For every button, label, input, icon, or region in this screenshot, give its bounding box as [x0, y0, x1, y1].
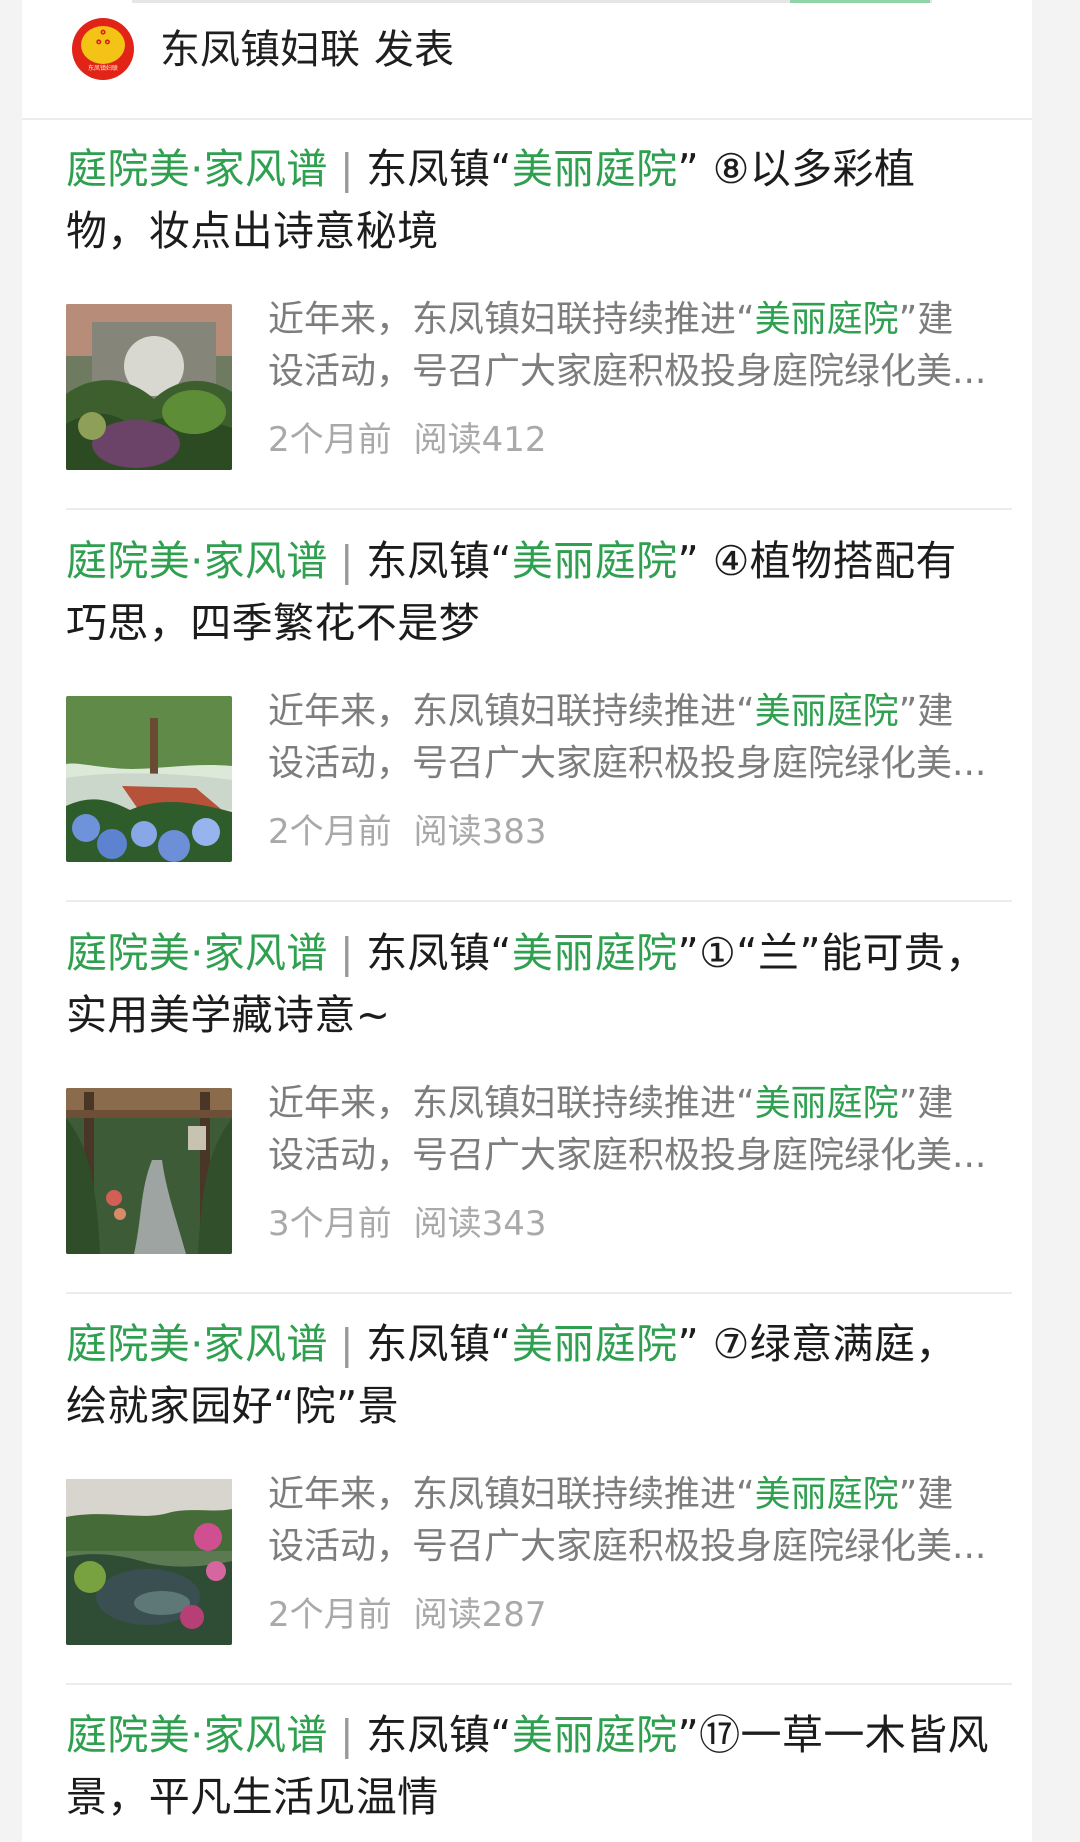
article-card[interactable]: 庭院美·家风谱 | 东凤镇“美丽庭院” ⑧以多彩植物，妆点出诗意秘境 近年来，东凤镇… — [22, 138, 1012, 514]
title-separator: | — [339, 1711, 355, 1759]
title-separator: | — [339, 537, 355, 585]
title-highlight: 美丽庭院 — [511, 537, 678, 585]
account-name: 东凤镇妇联 — [160, 27, 360, 73]
article-divider — [66, 1683, 1012, 1685]
article-title[interactable]: 庭院美·家风谱 | 东凤镇“美丽庭院” ④植物搭配有巧思，四季繁花不是梦 — [66, 530, 996, 654]
excerpt-line-1: 近年来，东凤镇妇联持续推进“美丽庭院”建 — [268, 686, 1008, 738]
article-title[interactable]: 庭院美·家风谱 | 东凤镇“美丽庭院”⑰一草一木皆风景，平凡生活见温情 — [66, 1704, 996, 1828]
read-count: 阅读383 — [413, 812, 547, 852]
pond-garden-thumbnail[interactable] — [66, 1479, 232, 1645]
title-highlight: 美丽庭院 — [511, 1320, 678, 1368]
series-name: 庭院美·家风谱 — [66, 537, 328, 585]
excerpt-line-2: 设活动，号召广大家庭积极投身庭院绿化美... — [268, 743, 987, 784]
excerpt-suffix: ”建 — [898, 299, 954, 340]
title-prefix: 东凤镇“ — [366, 929, 512, 977]
article-excerpt: 近年来，东凤镇妇联持续推进“美丽庭院”建 设活动，号召广大家庭积极投身庭院绿化美… — [268, 1078, 1008, 1182]
title-prefix: 东凤镇“ — [366, 145, 512, 193]
account-title[interactable]: 东凤镇妇联 发表 — [160, 24, 454, 76]
excerpt-line-2: 设活动，号召广大家庭积极投身庭院绿化美... — [268, 351, 987, 392]
title-prefix: 东凤镇“ — [366, 537, 512, 585]
article-card[interactable]: 庭院美·家风谱 | 东凤镇“美丽庭院”①“兰”能可贵，实用美学藏诗意~ 近年来，东凤… — [22, 922, 1012, 1298]
excerpt-line-1: 近年来，东凤镇妇联持续推进“美丽庭院”建 — [268, 1469, 1008, 1521]
article-meta: 2个月前 阅读412 — [268, 418, 547, 462]
read-count: 阅读412 — [413, 420, 547, 460]
article-excerpt: 近年来，东凤镇妇联持续推进“美丽庭院”建 设活动，号召广大家庭积极投身庭院绿化美… — [268, 686, 1008, 790]
series-name: 庭院美·家风谱 — [66, 1320, 328, 1368]
excerpt-suffix: ”建 — [898, 1083, 954, 1124]
publish-label: 发表 — [374, 27, 454, 73]
article-meta: 3个月前 阅读343 — [268, 1202, 547, 1246]
series-name: 庭院美·家风谱 — [66, 1711, 328, 1759]
series-name: 庭院美·家风谱 — [66, 145, 328, 193]
account-header[interactable]: ஃ 东凤镇妇联 东凤镇妇联 发表 — [22, 0, 1032, 120]
logo-caption: 东凤镇妇联 — [87, 65, 118, 72]
article-excerpt: 近年来，东凤镇妇联持续推进“美丽庭院”建 设活动，号召广大家庭积极投身庭院绿化美… — [268, 294, 1008, 398]
excerpt-highlight: 美丽庭院 — [754, 1474, 899, 1515]
article-title[interactable]: 庭院美·家风谱 | 东凤镇“美丽庭院” ⑦绿意满庭，绘就家园好“院”景 — [66, 1313, 996, 1437]
title-prefix: 东凤镇“ — [366, 1320, 512, 1368]
garden-moon-gate-thumbnail[interactable] — [66, 304, 232, 470]
excerpt-line-1: 近年来，东凤镇妇联持续推进“美丽庭院”建 — [268, 294, 1008, 346]
publish-time: 2个月前 — [268, 812, 392, 852]
series-name: 庭院美·家风谱 — [66, 929, 328, 977]
article-excerpt: 近年来，东凤镇妇联持续推进“美丽庭院”建 设活动，号召广大家庭积极投身庭院绿化美… — [268, 1469, 1008, 1573]
excerpt-prefix: 近年来，东凤镇妇联持续推进“ — [268, 299, 755, 340]
excerpt-line-2: 设活动，号召广大家庭积极投身庭院绿化美... — [268, 1526, 987, 1567]
article-list-page: ஃ 东凤镇妇联 东凤镇妇联 发表 庭院美·家风谱 | 东凤镇“美丽庭院” ⑧以多彩植物… — [22, 0, 1032, 1842]
title-prefix: 东凤镇“ — [366, 1711, 512, 1759]
title-separator: | — [339, 145, 355, 193]
article-card[interactable]: 庭院美·家风谱 | 东凤镇“美丽庭院” ⑦绿意满庭，绘就家园好“院”景 近年来，东凤… — [22, 1313, 1012, 1689]
hydrangea-garden-thumbnail[interactable] — [66, 696, 232, 862]
publish-time: 3个月前 — [268, 1204, 392, 1244]
article-title[interactable]: 庭院美·家风谱 | 东凤镇“美丽庭院”①“兰”能可贵，实用美学藏诗意~ — [66, 922, 996, 1046]
logo-mark: ஃ — [95, 28, 111, 49]
article-divider — [66, 900, 1012, 902]
title-highlight: 美丽庭院 — [511, 929, 678, 977]
article-divider — [66, 1292, 1012, 1294]
women-federation-logo-icon: ஃ 东凤镇妇联 — [72, 18, 134, 80]
article-meta: 2个月前 阅读383 — [268, 810, 547, 854]
excerpt-highlight: 美丽庭院 — [754, 299, 899, 340]
excerpt-highlight: 美丽庭院 — [754, 691, 899, 732]
article-title[interactable]: 庭院美·家风谱 | 东凤镇“美丽庭院” ⑧以多彩植物，妆点出诗意秘境 — [66, 138, 996, 262]
article-meta: 2个月前 阅读287 — [268, 1593, 547, 1637]
excerpt-suffix: ”建 — [898, 691, 954, 732]
title-highlight: 美丽庭院 — [511, 1711, 678, 1759]
excerpt-line-2: 设活动，号召广大家庭积极投身庭院绿化美... — [268, 1135, 987, 1176]
publish-time: 2个月前 — [268, 1595, 392, 1635]
title-separator: | — [339, 929, 355, 977]
title-highlight: 美丽庭院 — [511, 145, 678, 193]
excerpt-highlight: 美丽庭院 — [754, 1083, 899, 1124]
article-card[interactable]: 庭院美·家风谱 | 东凤镇“美丽庭院” ④植物搭配有巧思，四季繁花不是梦 近年来，东… — [22, 530, 1012, 906]
article-card[interactable]: 庭院美·家风谱 | 东凤镇“美丽庭院”⑰一草一木皆风景，平凡生活见温情 — [22, 1704, 1012, 1842]
publish-time: 2个月前 — [268, 420, 392, 460]
excerpt-suffix: ”建 — [898, 1474, 954, 1515]
article-divider — [66, 508, 1012, 510]
excerpt-line-1: 近年来，东凤镇妇联持续推进“美丽庭院”建 — [268, 1078, 1008, 1130]
excerpt-prefix: 近年来，东凤镇妇联持续推进“ — [268, 691, 755, 732]
read-count: 阅读343 — [413, 1204, 547, 1244]
excerpt-prefix: 近年来，东凤镇妇联持续推进“ — [268, 1083, 755, 1124]
title-separator: | — [339, 1320, 355, 1368]
excerpt-prefix: 近年来，东凤镇妇联持续推进“ — [268, 1474, 755, 1515]
pergola-path-thumbnail[interactable] — [66, 1088, 232, 1254]
read-count: 阅读287 — [413, 1595, 547, 1635]
